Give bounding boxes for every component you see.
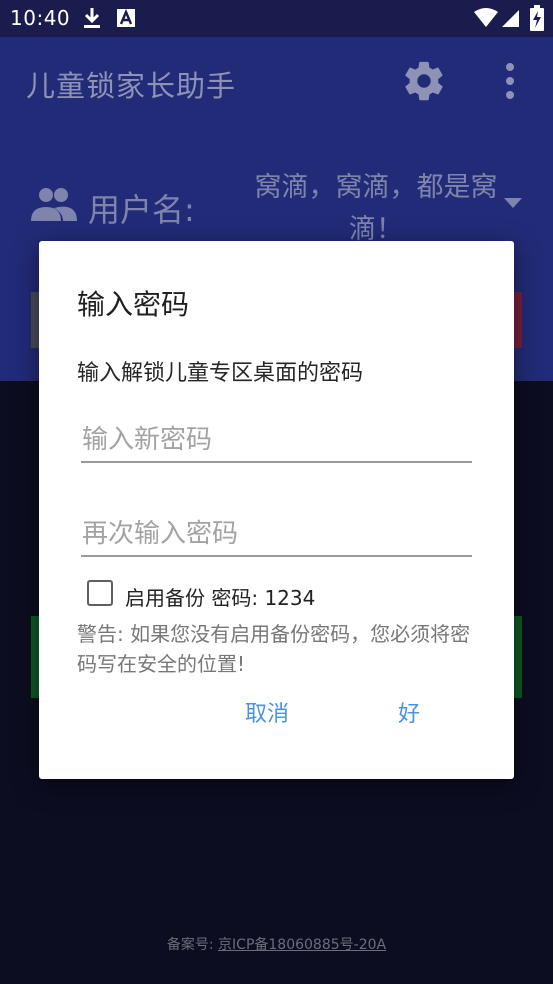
dialog-title: 输入密码 <box>77 288 190 321</box>
repeat-password-input[interactable] <box>81 513 472 557</box>
dropdown-arrow-icon[interactable] <box>504 198 522 208</box>
signal-icon <box>502 10 519 27</box>
battery-icon <box>530 5 544 31</box>
status-time: 10:40 <box>10 6 71 30</box>
more-options-icon[interactable] <box>500 61 520 101</box>
dialog-message: 输入解锁儿童专区桌面的密码 <box>77 361 364 386</box>
password-dialog: 输入密码 输入解锁儿童专区桌面的密码 启用备份 密码: 1234 警告: 如果您… <box>39 241 514 779</box>
status-bar: 10:40 <box>0 0 553 37</box>
ok-button[interactable]: 好 <box>398 696 420 728</box>
users-icon <box>31 188 77 221</box>
wifi-icon <box>474 8 498 27</box>
app-title: 儿童锁家长助手 <box>26 69 237 103</box>
warning-text: 警告: 如果您没有启用备份密码，您必须将密码写在安全的位置! <box>77 622 471 676</box>
username-label: 用户名: <box>88 191 195 229</box>
background-button-right <box>514 292 522 348</box>
settings-gear-icon[interactable] <box>401 58 447 104</box>
icp-number-link[interactable]: 京ICP备18060885号-20A <box>218 937 386 953</box>
app-notification-icon <box>117 8 135 27</box>
backup-password-label[interactable]: 启用备份 密码: 1234 <box>125 582 315 611</box>
cancel-button[interactable]: 取消 <box>245 696 289 728</box>
backup-password-checkbox[interactable] <box>87 580 113 606</box>
icp-footer: 备案号: 京ICP备18060885号-20A <box>0 934 553 954</box>
icp-prefix: 备案号: <box>166 937 214 953</box>
download-icon <box>84 8 100 28</box>
background-green-button-right <box>513 616 522 698</box>
username-select[interactable]: 窝滴，窝滴，都是窝滴！ <box>250 167 502 251</box>
new-password-input[interactable] <box>81 419 472 463</box>
